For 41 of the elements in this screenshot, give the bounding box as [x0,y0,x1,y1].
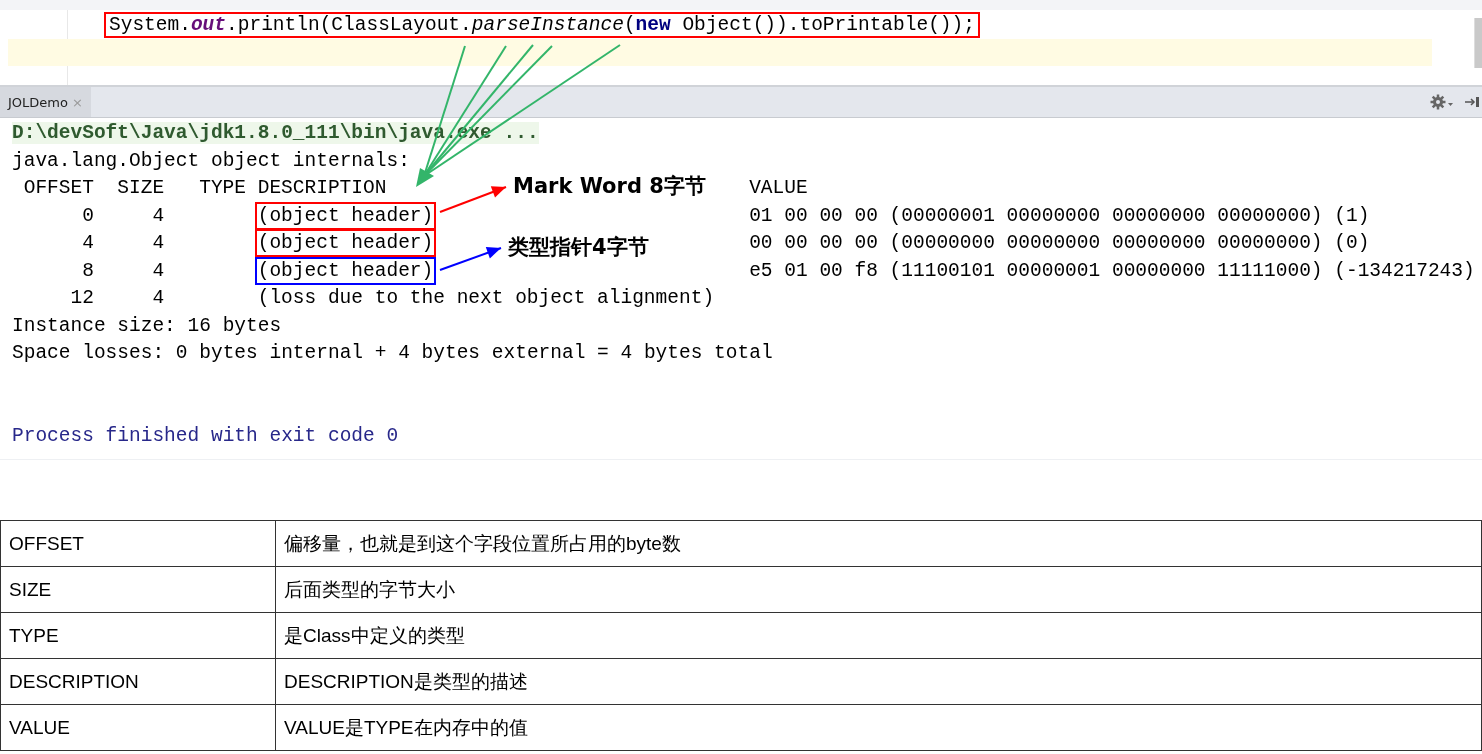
offset-value: 12 [69,286,94,311]
annotation-label: Mark Word 8字节 [513,173,706,200]
table-cell: VALUE [0,704,276,751]
description-value: (object header) [257,204,434,227]
scrollbar[interactable] [1474,18,1482,68]
column-header: OFFSET [22,176,94,201]
table-cell: DESCRIPTION是类型的描述 [275,658,1482,705]
run-tab[interactable]: JOLDemo × [0,87,91,117]
table-cell: TYPE [0,612,276,659]
table-cell: OFFSET [0,520,276,567]
offset-value: 0 [81,203,94,229]
column-header: VALUE [749,177,808,199]
annotation-label: 类型指针4字节 [508,234,649,261]
memory-value: 01 00 00 00 (00000001 00000000 00000000 00000000) (1) [749,204,1370,227]
size-value: 4 [151,258,165,284]
description-value: (object header) [257,232,434,254]
table-cell: VALUE是TYPE在内存中的值 [275,704,1482,751]
memory-value: 00 00 00 00 (00000000 00000000 00000000 00000000) (0) [749,232,1370,254]
table-cell: 是Class中定义的类型 [275,612,1482,659]
summary-line: Instance size: 16 bytes [12,314,282,337]
size-value: 4 [151,231,165,256]
memory-value: e5 01 00 f8 (11100101 00000001 00000000 11111000) (-134217243) [749,259,1475,282]
hide-panel-icon[interactable] [1464,95,1480,109]
exit-message: Process finished with exit code 0 [12,424,399,447]
column-header: SIZE [116,176,165,201]
column-header: DESCRIPTION [257,177,387,199]
code-line: System.out.println(ClassLayout.parseInstance(new Object()).toPrintable()); [106,14,978,36]
table-cell: SIZE [0,566,276,613]
offset-value: 4 [81,231,94,256]
description-value: (object header) [257,259,434,282]
table-cell: 后面类型的字节大小 [275,566,1482,613]
size-value: 4 [151,286,165,311]
summary-line: Space losses: 0 bytes internal + 4 bytes external = 4 bytes total [12,342,773,364]
console-heading: java.lang.Object object internals: [12,149,410,172]
table-cell: 偏移量，也就是到这个字段位置所占用的byte数 [275,520,1482,567]
table-cell: DESCRIPTION [0,658,276,705]
offset-value: 8 [81,258,94,284]
settings-icon[interactable] [1430,94,1454,110]
column-header: TYPE [198,176,246,201]
description-value: (loss due to the next object alignment) [257,287,715,309]
size-value: 4 [151,203,165,229]
